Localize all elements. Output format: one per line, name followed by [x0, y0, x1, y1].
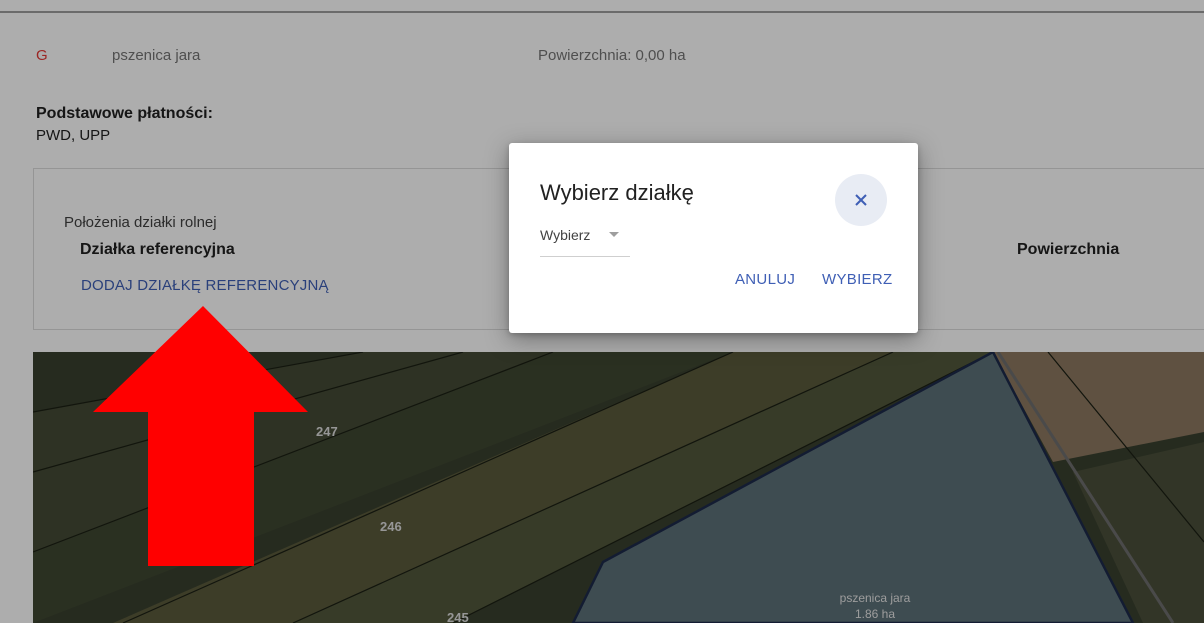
select-button[interactable]: WYBIERZ — [822, 271, 892, 288]
close-button[interactable] — [835, 174, 887, 226]
select-parcel-dialog: Wybierz działkę Wybierz ANULUJ WYBIERZ — [509, 143, 918, 333]
cancel-button[interactable]: ANULUJ — [735, 271, 795, 288]
dialog-title: Wybierz działkę — [540, 180, 694, 205]
close-icon — [855, 194, 867, 206]
select-placeholder: Wybierz — [540, 227, 591, 243]
chevron-down-icon — [609, 232, 619, 237]
parcel-select[interactable]: Wybierz — [540, 226, 630, 257]
